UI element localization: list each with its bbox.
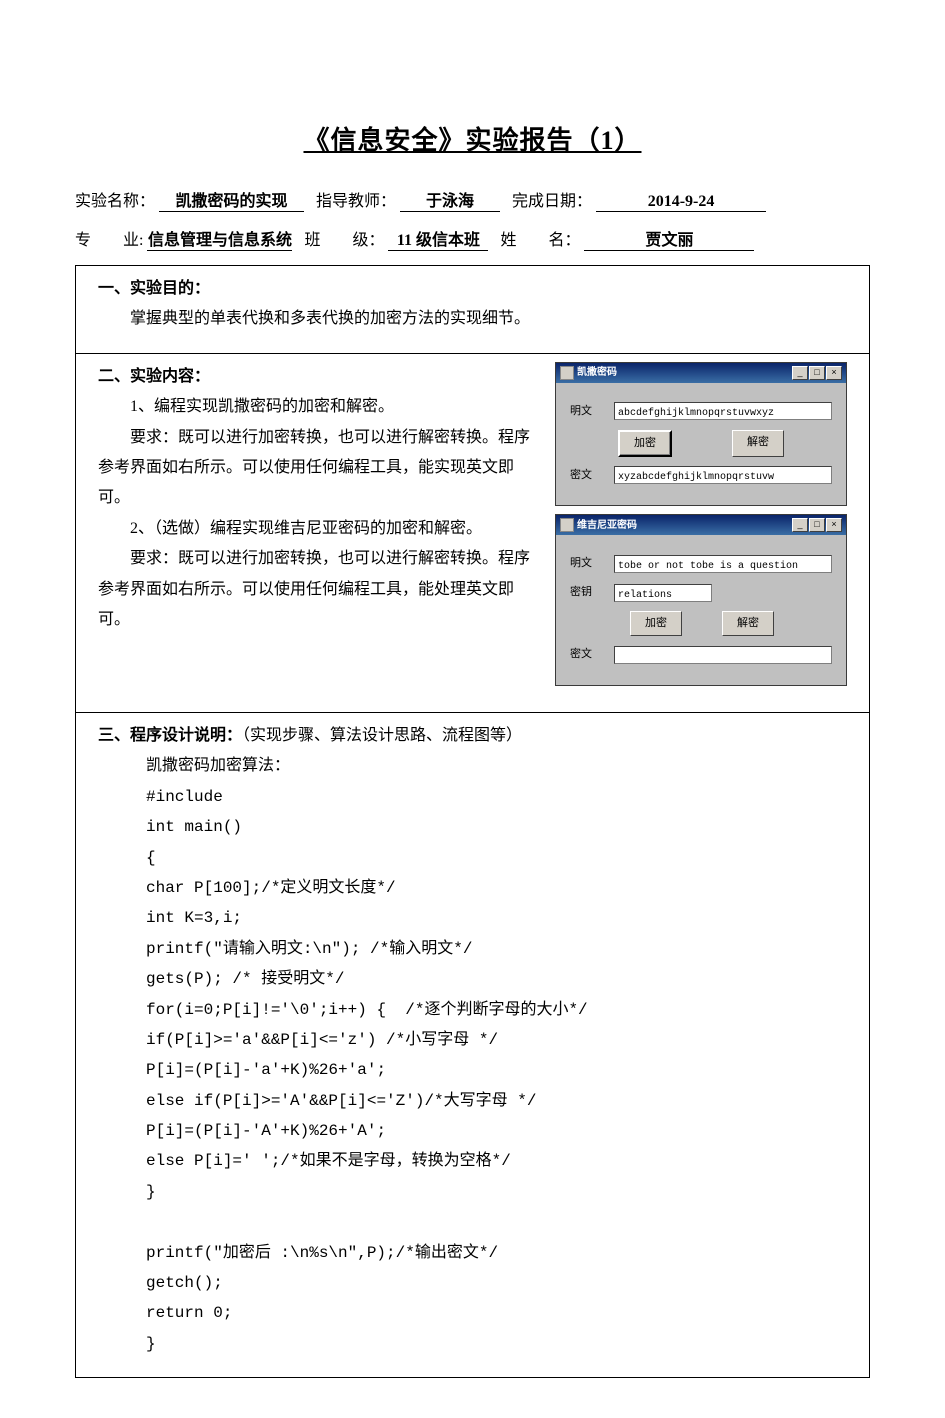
section-1-title: 一、实验目的： (98, 274, 847, 304)
plaintext-label: 明文 (570, 401, 614, 422)
section-2-p1: 1、编程实现凯撒密码的加密和解密。 (98, 392, 543, 422)
ciphertext-input[interactable] (614, 646, 832, 664)
section-content: 凯撒密码 _ □ × 明文 abcdefghijklmnopqrstuvwxyz (76, 354, 869, 713)
plaintext-label: 明文 (570, 553, 614, 574)
caesar-titlebar: 凯撒密码 _ □ × (556, 363, 846, 383)
document-title: 《信息安全》实验报告（1） (75, 120, 870, 157)
plaintext-input[interactable]: tobe or not tobe is a question (614, 555, 832, 573)
section-purpose: 一、实验目的： 掌握典型的单表代换和多表代换的加密方法的实现细节。 (76, 266, 869, 354)
content-box: 一、实验目的： 掌握典型的单表代换和多表代换的加密方法的实现细节。 凯撒密码 _… (75, 265, 870, 1378)
section-design: 三、程序设计说明：（实现步骤、算法设计思路、流程图等） 凯撒密码加密算法： #i… (76, 713, 869, 1377)
minimize-button[interactable]: _ (792, 366, 808, 380)
ciphertext-label: 密文 (570, 644, 614, 665)
decrypt-button[interactable]: 解密 (732, 430, 784, 457)
minimize-button[interactable]: _ (792, 518, 808, 532)
section-3-heading: 凯撒密码加密算法： (146, 751, 847, 781)
app-icon (560, 518, 574, 532)
instructor-value: 于泳海 (400, 187, 500, 212)
major-label: 专 业: (75, 226, 143, 250)
vigenere-window-body: 明文 tobe or not tobe is a question 密钥 rel… (556, 535, 846, 685)
section-3-title: 三、程序设计说明： (98, 727, 242, 744)
caesar-window: 凯撒密码 _ □ × 明文 abcdefghijklmnopqrstuvwxyz (555, 362, 847, 507)
key-label: 密钥 (570, 582, 614, 603)
plaintext-input[interactable]: abcdefghijklmnopqrstuvwxyz (614, 402, 832, 420)
caesar-window-body: 明文 abcdefghijklmnopqrstuvwxyz 加密 解密 密文 x… (556, 383, 846, 506)
student-name-label: 姓 名： (500, 226, 580, 250)
ciphertext-label: 密文 (570, 465, 614, 486)
caesar-window-wrapper: 凯撒密码 _ □ × 明文 abcdefghijklmnopqrstuvwxyz (555, 362, 847, 507)
class-label: 班 级： (304, 226, 384, 250)
section-2-title: 二、实验内容： (98, 362, 543, 392)
encrypt-button[interactable]: 加密 (630, 611, 682, 636)
ciphertext-input[interactable]: xyzabcdefghijklmnopqrstuvw (614, 466, 832, 484)
app-icon (560, 366, 574, 380)
code-block: #include int main() { char P[100];/*定义明文… (146, 782, 847, 1359)
student-name-value: 贾文丽 (584, 226, 754, 251)
class-value: 11 级信本班 (388, 226, 488, 251)
decrypt-button[interactable]: 解密 (722, 611, 774, 636)
header-row-2: 专 业: 信息管理与信息系统 班 级： 11 级信本班 姓 名： 贾文丽 (75, 226, 870, 251)
vigenere-window: 维吉尼亚密码 _ □ × 明文 tobe or not tobe is a qu… (555, 514, 847, 686)
section-3-subtitle: （实现步骤、算法设计思路、流程图等） (242, 727, 522, 744)
maximize-button[interactable]: □ (809, 518, 825, 532)
maximize-button[interactable]: □ (809, 366, 825, 380)
key-input[interactable]: relations (614, 584, 712, 602)
instructor-label: 指导教师： (316, 187, 396, 211)
date-label: 完成日期： (512, 187, 592, 211)
vigenere-titlebar: 维吉尼亚密码 _ □ × (556, 515, 846, 535)
vigenere-window-wrapper: 维吉尼亚密码 _ □ × 明文 tobe or not tobe is a qu… (555, 514, 847, 686)
close-button[interactable]: × (826, 366, 842, 380)
major-value: 信息管理与信息系统 (147, 226, 292, 251)
section-2-p3: 2、（选做）编程实现维吉尼亚密码的加密和解密。 (98, 514, 543, 544)
section-2-text: 二、实验内容： 1、编程实现凯撒密码的加密和解密。 要求：既可以进行加密转换，也… (98, 362, 543, 636)
experiment-name-value: 凯撒密码的实现 (159, 187, 304, 212)
section-2-p2: 要求：既可以进行加密转换，也可以进行解密转换。程序参考界面如右所示。可以使用任何… (98, 423, 543, 514)
caesar-window-title: 凯撒密码 (577, 363, 792, 382)
section-2-p4: 要求：既可以进行加密转换，也可以进行解密转换。程序参考界面如右所示。可以使用任何… (98, 544, 543, 635)
experiment-name-label: 实验名称： (75, 187, 155, 211)
header-row-1: 实验名称： 凯撒密码的实现 指导教师： 于泳海 完成日期： 2014-9-24 (75, 187, 870, 212)
close-button[interactable]: × (826, 518, 842, 532)
vigenere-window-title: 维吉尼亚密码 (577, 516, 792, 535)
page: 《信息安全》实验报告（1） 实验名称： 凯撒密码的实现 指导教师： 于泳海 完成… (0, 0, 945, 1418)
section-1-body: 掌握典型的单表代换和多表代换的加密方法的实现细节。 (98, 304, 847, 334)
date-value: 2014-9-24 (596, 193, 766, 212)
encrypt-button[interactable]: 加密 (618, 430, 672, 457)
